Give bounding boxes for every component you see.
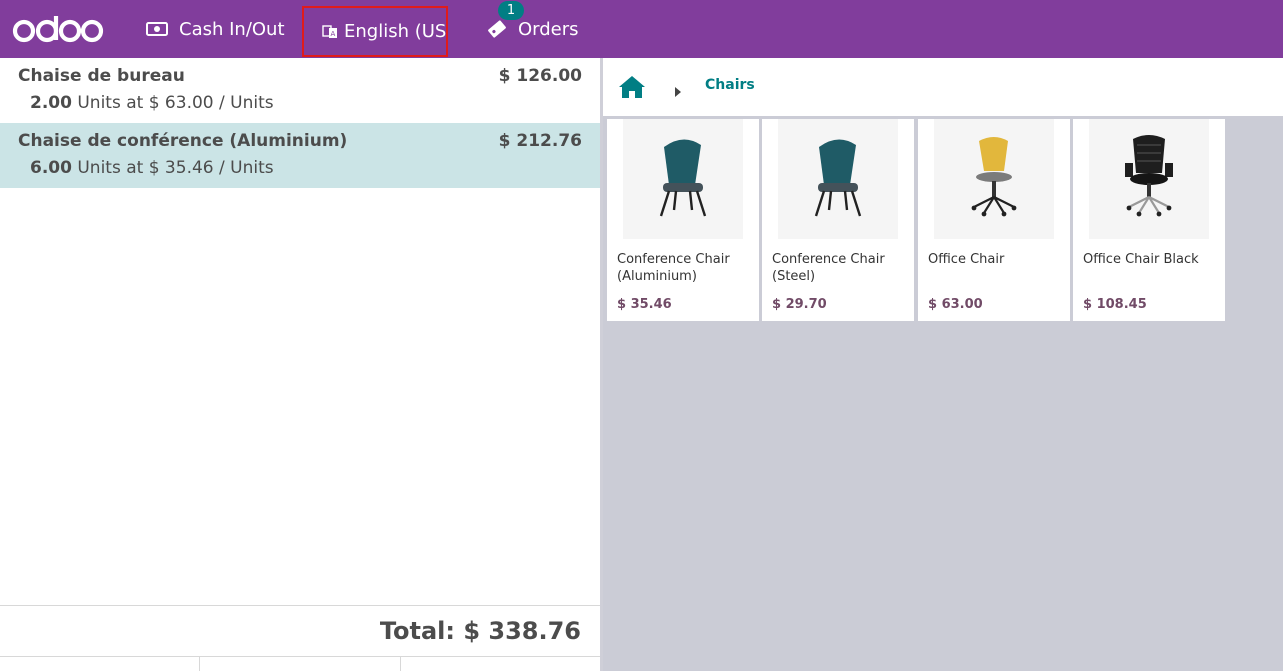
yellow-office-chair-icon bbox=[971, 137, 1017, 217]
orders-label: Orders bbox=[518, 18, 579, 40]
product-price: $ 35.46 bbox=[617, 297, 672, 312]
order-line-detail: 6.00 Units at $ 35.46 / Units bbox=[30, 158, 274, 178]
product-name: Office Chair bbox=[928, 252, 1005, 267]
order-total-row: Total: $ 338.76 bbox=[0, 605, 600, 657]
teal-chair-icon bbox=[814, 139, 862, 217]
product-name: Conference Chair (Aluminium) bbox=[617, 252, 730, 284]
language-icon: A bbox=[322, 24, 338, 39]
product-name: Office Chair Black bbox=[1083, 252, 1199, 267]
product-card[interactable]: Office Chair Black $ 108.45 bbox=[1073, 119, 1225, 321]
product-card[interactable]: Conference Chair (Steel) $ 29.70 bbox=[762, 119, 914, 321]
product-image bbox=[1089, 119, 1209, 239]
language-selector-button[interactable]: A English (US bbox=[302, 6, 448, 57]
order-line-name: Chaise de conférence (Aluminium) bbox=[18, 131, 348, 151]
order-line[interactable]: Chaise de bureau $ 126.00 2.00 Units at … bbox=[0, 58, 600, 123]
ticket-icon: 1 bbox=[486, 1, 524, 39]
product-image bbox=[778, 119, 898, 239]
svg-text:A: A bbox=[331, 30, 336, 38]
breadcrumb: Chairs bbox=[603, 58, 1283, 116]
order-line-unit-text: Units at $ 35.46 / Units bbox=[77, 158, 274, 178]
order-total: Total: $ 338.76 bbox=[379, 617, 581, 645]
order-line-name: Chaise de bureau bbox=[18, 66, 185, 86]
black-office-chair-icon bbox=[1125, 135, 1173, 217]
action-button-1[interactable] bbox=[0, 657, 201, 671]
order-line-unit-text: Units at $ 63.00 / Units bbox=[77, 93, 274, 113]
order-line-qty: 2.00 bbox=[30, 93, 72, 113]
teal-chair-icon bbox=[659, 139, 707, 217]
product-card[interactable]: Office Chair $ 63.00 bbox=[918, 119, 1070, 321]
odoo-logo-icon bbox=[12, 16, 104, 43]
top-navbar: Cash In/Out A English (US 1 Orders bbox=[0, 0, 1283, 58]
orders-count-badge: 1 bbox=[498, 1, 524, 20]
action-button-3[interactable] bbox=[401, 657, 600, 671]
product-card[interactable]: Conference Chair (Aluminium) $ 35.46 bbox=[607, 119, 759, 321]
order-line-qty: 6.00 bbox=[30, 158, 72, 178]
product-price: $ 108.45 bbox=[1083, 297, 1147, 312]
money-icon bbox=[146, 22, 168, 36]
cash-in-out-label: Cash In/Out bbox=[179, 18, 285, 40]
breadcrumb-category[interactable]: Chairs bbox=[705, 77, 755, 93]
product-name: Conference Chair (Steel) bbox=[772, 252, 885, 284]
product-image bbox=[623, 119, 743, 239]
order-line-selected[interactable]: Chaise de conférence (Aluminium) $ 212.7… bbox=[0, 123, 600, 188]
product-price: $ 29.70 bbox=[772, 297, 827, 312]
product-price: $ 63.00 bbox=[928, 297, 983, 312]
language-label: English (US bbox=[344, 21, 447, 42]
product-image bbox=[934, 119, 1054, 239]
action-buttons-row bbox=[0, 656, 600, 671]
products-pane: Chairs Conference Chair (Aluminium) $ 35… bbox=[603, 58, 1283, 671]
action-button-2[interactable] bbox=[200, 657, 401, 671]
order-line-price: $ 212.76 bbox=[498, 131, 582, 151]
order-line-price: $ 126.00 bbox=[498, 66, 582, 86]
odoo-logo[interactable] bbox=[12, 14, 104, 44]
order-pane: Chaise de bureau $ 126.00 2.00 Units at … bbox=[0, 58, 600, 671]
caret-right-icon bbox=[675, 82, 681, 101]
cash-in-out-button[interactable]: Cash In/Out bbox=[146, 0, 285, 58]
home-icon[interactable] bbox=[618, 75, 646, 103]
orders-button[interactable]: 1 Orders bbox=[486, 0, 579, 58]
order-line-detail: 2.00 Units at $ 63.00 / Units bbox=[30, 93, 274, 113]
